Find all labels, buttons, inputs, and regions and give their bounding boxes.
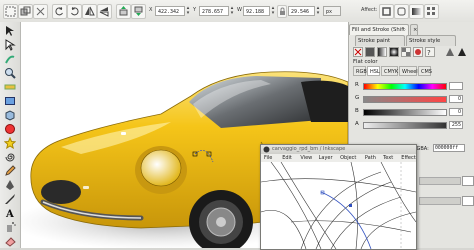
channel-slider[interactable]: [363, 109, 447, 116]
select-all-icon[interactable]: [3, 4, 18, 19]
measure-tool-icon[interactable]: [4, 81, 16, 93]
pencil-tool-icon[interactable]: [4, 165, 16, 177]
color-tab-cms[interactable]: CMS: [418, 66, 432, 76]
rotate-ccw-icon[interactable]: [52, 4, 67, 19]
opacity-field[interactable]: [462, 196, 474, 206]
channel-label: A: [355, 121, 359, 127]
channel-slider[interactable]: [363, 96, 447, 103]
pen-tool-icon[interactable]: [4, 179, 16, 191]
window-app-icon: [263, 146, 270, 153]
tab-stroke-paint[interactable]: Stroke paint: [355, 35, 405, 46]
svg-text:A: A: [5, 209, 14, 219]
x-spin-icon[interactable]: ▴ ▾: [185, 6, 191, 16]
menu-effects[interactable]: Effects: [401, 154, 416, 162]
tab-stroke-style-label: Stroke style: [409, 38, 441, 44]
blur-slider[interactable]: [419, 177, 461, 185]
channel-label: B: [355, 108, 359, 114]
zoom-tool-icon[interactable]: [4, 67, 16, 79]
svg-text:?: ?: [427, 49, 431, 56]
h-spin-icon[interactable]: ▴ ▾: [315, 6, 321, 16]
tab-stroke-style[interactable]: Stroke style: [406, 35, 456, 46]
menu-view[interactable]: View: [300, 154, 312, 162]
window-title: carvaggio_rpd_bm / Inkscape: [272, 146, 346, 152]
secondary-window: carvaggio_rpd_bm / Inkscape File Edit View…: [260, 144, 417, 250]
x-label: X: [149, 7, 153, 13]
flat-color-icon[interactable]: [365, 47, 375, 57]
3d-box-tool-icon[interactable]: [4, 109, 16, 121]
y-field[interactable]: 278.657: [199, 6, 229, 16]
menu-text[interactable]: Text: [383, 154, 393, 162]
fill-rule-evenodd-icon[interactable]: [445, 47, 455, 57]
spray-tool-icon[interactable]: [4, 221, 16, 233]
lock-ratio-icon[interactable]: [277, 5, 287, 18]
window-canvas[interactable]: [261, 161, 416, 249]
menu-file[interactable]: File: [264, 154, 272, 162]
channel-value-field[interactable]: 255: [449, 121, 463, 129]
y-label: Y: [193, 7, 197, 13]
scale-corners-icon[interactable]: [394, 4, 409, 19]
menu-path[interactable]: Path: [365, 154, 376, 162]
y-spin-icon[interactable]: ▴ ▾: [229, 6, 235, 16]
outline-view-drawing: [261, 161, 416, 249]
raise-to-top-icon[interactable]: [116, 4, 131, 19]
select-all-layers-icon[interactable]: [18, 4, 33, 19]
menu-edit[interactable]: Edit: [282, 154, 292, 162]
color-tab-cmyk[interactable]: CMYK: [381, 66, 398, 76]
rectangle-tool-icon[interactable]: [4, 95, 16, 107]
scale-stroke-icon[interactable]: [379, 4, 394, 19]
transform-gradient-icon[interactable]: [409, 4, 424, 19]
node-tool-icon[interactable]: [4, 39, 16, 51]
menu-layer[interactable]: Layer: [319, 154, 333, 162]
color-tab-hsl[interactable]: HSL: [367, 66, 380, 76]
calligraphy-tool-icon[interactable]: [4, 193, 16, 205]
tab-stroke-paint-label: Stroke paint: [358, 38, 391, 44]
fill-mode-label: Flat color: [353, 59, 378, 65]
pattern-icon[interactable]: [401, 47, 411, 57]
tool-controls-bar: X 422.342 ▴ ▾ Y 278.657 ▴ ▾ W 92.188 ▴ ▾ 29…: [0, 0, 474, 23]
channel-label: R: [355, 82, 359, 88]
unit-select[interactable]: px: [323, 6, 341, 16]
dock-close-icon[interactable]: ×: [410, 24, 418, 35]
x-field[interactable]: 422.342: [155, 6, 185, 16]
flip-horizontal-icon[interactable]: [82, 4, 97, 19]
channel-slider[interactable]: [363, 83, 447, 90]
rotate-cw-icon[interactable]: [67, 4, 82, 19]
deselect-icon[interactable]: [33, 4, 48, 19]
w-spin-icon[interactable]: ▴ ▾: [270, 6, 276, 16]
channel-value-field[interactable]: [449, 82, 463, 90]
affect-label: Affect:: [361, 7, 378, 13]
flip-vertical-icon[interactable]: [97, 4, 112, 19]
text-tool-icon[interactable]: A: [4, 207, 16, 219]
channel-slider[interactable]: [363, 122, 447, 129]
unset-paint-icon[interactable]: ?: [425, 47, 435, 57]
no-paint-icon[interactable]: [353, 47, 363, 57]
fill-rule-nonzero-icon[interactable]: [457, 47, 467, 57]
color-tab-wheel[interactable]: Wheel: [399, 66, 418, 76]
menu-object[interactable]: Object: [340, 154, 356, 162]
tab-fill[interactable]: Fill and Stroke (Shift+Ctrl+F): [349, 24, 409, 35]
channel-label: G: [355, 95, 360, 101]
channel-value-field[interactable]: 0: [449, 95, 463, 103]
h-field[interactable]: 29.546: [288, 6, 315, 16]
color-tab-rgb[interactable]: RGB: [353, 66, 367, 76]
spiral-tool-icon[interactable]: [4, 151, 16, 163]
w-field[interactable]: 92.188: [243, 6, 270, 16]
radial-gradient-icon[interactable]: [389, 47, 399, 57]
selector-tool-icon[interactable]: [4, 25, 16, 37]
star-tool-icon[interactable]: [4, 137, 16, 149]
blur-field[interactable]: [462, 176, 474, 186]
ellipse-tool-icon[interactable]: [4, 123, 16, 135]
linear-gradient-icon[interactable]: [377, 47, 387, 57]
lower-to-bottom-icon[interactable]: [131, 4, 146, 19]
swatch-icon[interactable]: [413, 47, 423, 57]
toolbox: A: [0, 22, 21, 248]
channel-value-field[interactable]: 0: [449, 108, 463, 116]
w-label: W: [237, 7, 242, 13]
rgba-field[interactable]: 000000ff: [433, 144, 465, 152]
window-titlebar[interactable]: carvaggio_rpd_bm / Inkscape: [261, 145, 416, 154]
transform-pattern-icon[interactable]: [424, 4, 439, 19]
eraser-tool-icon[interactable]: [4, 235, 16, 247]
tweak-tool-icon[interactable]: [4, 53, 16, 65]
opacity-slider[interactable]: [419, 197, 461, 205]
